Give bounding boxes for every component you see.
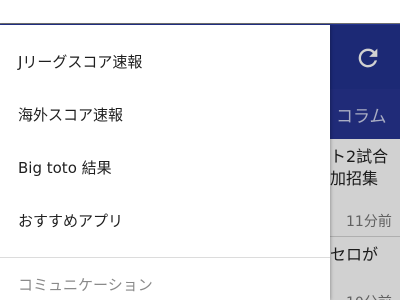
drawer-divider — [0, 257, 330, 258]
drawer-section-communication: コミュニケーション — [18, 276, 153, 294]
status-bar — [0, 0, 400, 24]
navigation-drawer: Jリーグスコア速報 海外スコア速報 Big toto 結果 おすすめアプリ コミ… — [0, 25, 330, 300]
drawer-item-big-toto-results[interactable]: Big toto 結果 — [0, 141, 330, 194]
drawer-item-j-league-scores[interactable]: Jリーグスコア速報 — [0, 35, 330, 88]
drawer-scrim[interactable] — [330, 25, 400, 300]
drawer-item-overseas-scores[interactable]: 海外スコア速報 — [0, 88, 330, 141]
drawer-item-recommended-apps[interactable]: おすすめアプリ — [0, 194, 330, 247]
